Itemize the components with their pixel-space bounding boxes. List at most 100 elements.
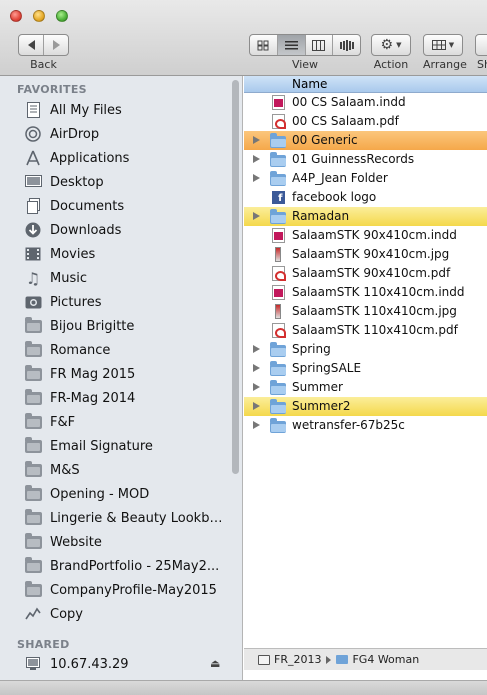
sidebar-item-pictures[interactable]: Pictures [0,290,232,314]
folder-icon [24,508,42,526]
forward-arrow-icon [52,40,60,50]
sidebar-item-opening-mod[interactable]: Opening - MOD [0,482,232,506]
folder-row[interactable]: SpringSALE [244,359,487,378]
disclosure-triangle-icon[interactable] [253,174,260,182]
folder-row[interactable]: wetransfer-67b25c [244,416,487,435]
folder-row[interactable]: 01 GuinnessRecords [244,150,487,169]
path-item[interactable]: FG4 Woman [352,653,419,666]
disclosure-triangle-icon[interactable] [253,345,260,353]
file-row[interactable]: SalaamSTK 110x410cm.jpg [244,302,487,321]
name-column-header[interactable]: Name [244,76,487,93]
file-list: Name 00 CS Salaam.indd 00 CS Salaam.pdf 00… [244,76,487,648]
sidebar-item-label: M&S [50,462,80,478]
sidebar-item-applications[interactable]: Applications [0,146,232,170]
sidebar-item-label: CompanyProfile-May2015 [50,582,217,598]
sidebar-item-label: Website [50,534,102,550]
sidebar-item-label: FR-Mag 2014 [50,390,136,406]
sidebar-item-label: BrandPortfolio - 25May2... [50,558,220,574]
forward-button[interactable] [44,35,68,55]
file-row[interactable]: 00 CS Salaam.indd [244,93,487,112]
sidebar-item-fr-mag-2015[interactable]: FR Mag 2015 [0,362,232,386]
sidebar-item-desktop[interactable]: Desktop [0,170,232,194]
copy-icon [24,606,42,622]
sidebar-scrollbar[interactable] [232,80,239,474]
sidebar-item-website[interactable]: Website [0,530,232,554]
folder-row[interactable]: Spring [244,340,487,359]
sidebar-item-email-signature[interactable]: Email Signature [0,434,232,458]
file-row[interactable]: f facebook logo [244,188,487,207]
toolbar: Back View ⚙ ▼ Action ▼ Arrange Sh [0,0,487,76]
minimize-window-button[interactable] [33,10,45,22]
pdf-file-icon [270,323,286,338]
path-item[interactable]: FR_2013 [274,653,321,666]
sidebar-item-documents[interactable]: Documents [0,194,232,218]
disclosure-triangle-icon[interactable] [253,421,260,429]
file-row[interactable]: SalaamSTK 90x410cm.pdf [244,264,487,283]
sidebar-item-bijou-brigitte[interactable]: Bijou Brigitte [0,314,232,338]
sidebar-item-lingerie-beauty-lookbook[interactable]: Lingerie & Beauty Lookbook [0,506,232,530]
file-row[interactable]: 00 CS Salaam.pdf [244,112,487,131]
coverflow-view-icon [339,39,354,51]
disclosure-triangle-icon[interactable] [253,402,260,410]
file-row[interactable]: SalaamSTK 110x410cm.indd [244,283,487,302]
folder-row[interactable]: Summer2 [244,397,487,416]
shared-header: SHARED [17,638,70,651]
sidebar-item-server[interactable]: 10.67.43.29 ⏏ [0,652,232,676]
sidebar-item-brandportfolio[interactable]: BrandPortfolio - 25May2... [0,554,232,578]
file-row[interactable]: SalaamSTK 90x410cm.jpg [244,245,487,264]
arrange-grid-icon [431,40,446,50]
sidebar-item-all-my-files[interactable]: All My Files [0,98,232,122]
desktop-icon [24,174,42,190]
icon-view-button[interactable] [250,35,278,55]
sidebar-item-label: Copy [50,606,83,622]
folder-row[interactable]: A4P_Jean Folder [244,169,487,188]
folder-icon [270,170,286,186]
disclosure-triangle-icon[interactable] [253,155,260,163]
column-view-button[interactable] [306,35,334,55]
file-row[interactable]: SalaamSTK 90x410cm.indd [244,226,487,245]
sidebar-item-label: Pictures [50,294,102,310]
sidebar-item-downloads[interactable]: Downloads [0,218,232,242]
sidebar-item-label: All My Files [50,102,122,118]
sidebar-item-companyprofile[interactable]: CompanyProfile-May2015 [0,578,232,602]
list-view-button[interactable] [277,35,306,55]
favorites-header: FAVORITES [17,83,87,96]
disclosure-triangle-icon[interactable] [253,136,260,144]
sidebar-item-label: Romance [50,342,111,358]
close-window-button[interactable] [10,10,22,22]
folder-row[interactable]: 00 Generic [244,131,487,150]
back-forward-control [18,34,69,56]
eject-icon[interactable]: ⏏ [210,657,220,670]
back-button[interactable] [19,35,44,55]
arrange-button[interactable]: ▼ [423,34,463,56]
all-files-icon [24,102,42,118]
disclosure-triangle-icon[interactable] [253,212,260,220]
airdrop-icon [24,126,42,142]
share-button[interactable] [475,34,487,56]
file-name: A4P_Jean Folder [292,171,388,185]
action-button[interactable]: ⚙ ▼ [371,34,411,56]
folder-icon [24,532,42,550]
zoom-window-button[interactable] [56,10,68,22]
coverflow-view-button[interactable] [333,35,360,55]
folder-row[interactable]: Ramadan [244,207,487,226]
sidebar-item-fr-mag-2014[interactable]: FR-Mag 2014 [0,386,232,410]
file-name: Summer [292,380,343,394]
sidebar-item-copy[interactable]: Copy [0,602,232,626]
drive-icon [258,654,270,665]
pictures-icon [24,294,42,310]
chevron-down-icon: ▼ [396,41,402,49]
disclosure-triangle-icon[interactable] [253,383,260,391]
sidebar-item-romance[interactable]: Romance [0,338,232,362]
sidebar-item-f-and-f[interactable]: F&F [0,410,232,434]
file-row[interactable]: SalaamSTK 110x410cm.pdf [244,321,487,340]
folder-row[interactable]: Summer [244,378,487,397]
sidebar-item-music[interactable]: ♫ Music [0,266,232,290]
chevron-down-icon: ▼ [448,41,455,49]
view-label: View [291,58,319,71]
sidebar-item-airdrop[interactable]: AirDrop [0,122,232,146]
disclosure-triangle-icon[interactable] [253,364,260,372]
sidebar-item-m-and-s[interactable]: M&S [0,458,232,482]
sidebar-item-label: Lingerie & Beauty Lookbook [50,510,230,526]
sidebar-item-movies[interactable]: Movies [0,242,232,266]
